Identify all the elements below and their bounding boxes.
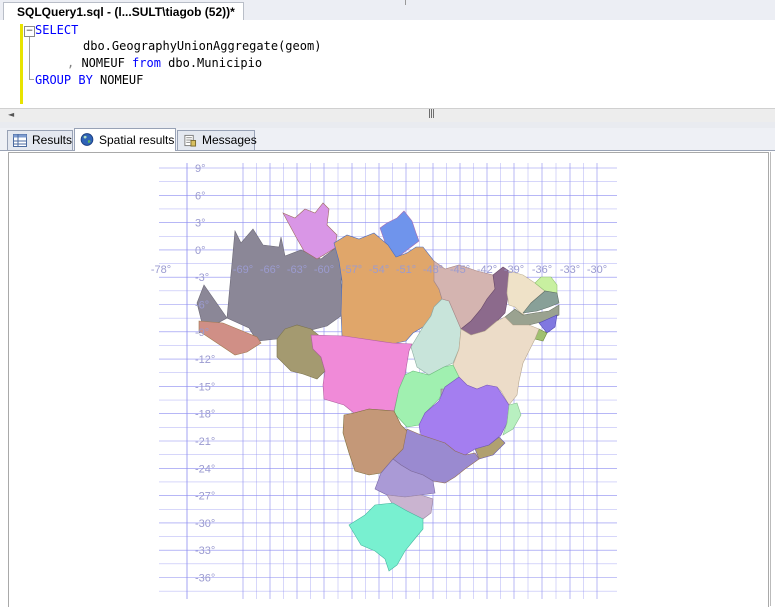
group-by-column: NOMEUF [92,73,144,87]
from-keyword: from [132,56,161,70]
latitude-label: -12° [195,354,215,366]
spatial-results-pane[interactable]: -78° -69° -66° -63° -60° -57° -54° -51° -48° -45°… [8,152,769,607]
longitude-label: -39° [504,264,524,276]
longitude-label: -54° [369,264,389,276]
tab-spatial-results[interactable]: Spatial results [74,128,176,151]
tab-messages-label: Messages [202,133,257,147]
state-polygons[interactable] [196,202,560,572]
tab-strip-divider [405,0,406,5]
latitude-label: -3° [195,272,209,284]
longitude-label: -78° [151,264,171,276]
group-by-keyword: GROUP BY [35,73,93,87]
editor-horizontal-scrollbar[interactable]: ◄ ||| [0,108,775,122]
longitude-label: -45° [450,264,470,276]
spatial-map[interactable]: -78° -69° -66° -63° -60° -57° -54° -51° -48° -45°… [9,153,768,607]
longitude-label: -33° [560,264,580,276]
longitude-label: -42° [477,264,497,276]
fold-guide-end [29,79,34,80]
fold-guide [29,37,30,79]
document-tab-strip: SQLQuery1.sql - (l...SULT\tiagob (52))* [0,0,775,21]
longitude-label: -57° [342,264,362,276]
tab-messages[interactable]: Messages [177,130,257,150]
table-name: dbo.Municipio [160,56,263,70]
scroll-left-arrow-icon[interactable]: ◄ [8,110,14,119]
latitude-label: -27° [195,491,215,503]
code-line-3: , NOMEUF from dbo.Municipio [67,55,262,71]
longitude-label: -30° [587,264,607,276]
latitude-label: 0° [195,245,206,257]
longitude-label: -51° [396,264,416,276]
tab-results[interactable]: Results [7,130,73,150]
tab-results-label: Results [32,133,73,147]
column-nomeuf: NOMEUF [74,56,133,70]
latitude-label: -18° [195,409,215,421]
code-line-4: GROUP BY NOMEUF [35,72,143,88]
latitude-label: -21° [195,436,215,448]
results-tab-strip: Results Spatial results Messages [0,128,775,151]
longitude-label: -63° [287,264,307,276]
longitude-label: -36° [532,264,552,276]
longitude-label: -66° [260,264,280,276]
latitude-label: 9° [195,163,206,175]
latitude-label: -9° [195,327,209,339]
longitude-label: -69° [233,264,253,276]
pane-right-border [770,152,771,606]
state-roraima[interactable] [282,202,338,260]
latitude-label: -33° [195,545,215,557]
query-document-tab[interactable]: SQLQuery1.sql - (l...SULT\tiagob (52))* [3,2,244,21]
query-tab-title: SQLQuery1.sql - (l...SULT\tiagob (52))* [17,5,235,19]
scroll-grip-icon[interactable]: ||| [428,109,435,119]
collapse-toggle-icon[interactable]: − [24,26,35,37]
code-line-1: SELECT [35,22,78,38]
select-keyword: SELECT [35,23,79,37]
latitude-label: 3° [195,218,206,230]
tab-spatial-results-label: Spatial results [99,133,175,147]
latitude-label: -6° [195,300,209,312]
changed-lines-marker [20,24,23,104]
latitude-label: -36° [195,573,215,585]
latitude-label: 6° [195,190,206,202]
longitude-label: -60° [314,264,334,276]
messages-icon [184,134,197,147]
globe-icon [80,133,94,146]
sql-editor[interactable]: − SELECT dbo.GeographyUnionAggregate(geo… [0,20,775,108]
aggregate-expression: dbo.GeographyUnionAggregate(geom) [83,39,322,53]
grid-icon [13,134,27,147]
state-rio-grande-do-sul[interactable] [348,502,424,572]
latitude-label: -24° [195,463,215,475]
code-line-2: dbo.GeographyUnionAggregate(geom) [83,38,321,54]
collapse-symbol: − [25,26,34,36]
latitude-label: -30° [195,518,215,530]
latitude-label: -15° [195,381,215,393]
longitude-label: -48° [423,264,443,276]
